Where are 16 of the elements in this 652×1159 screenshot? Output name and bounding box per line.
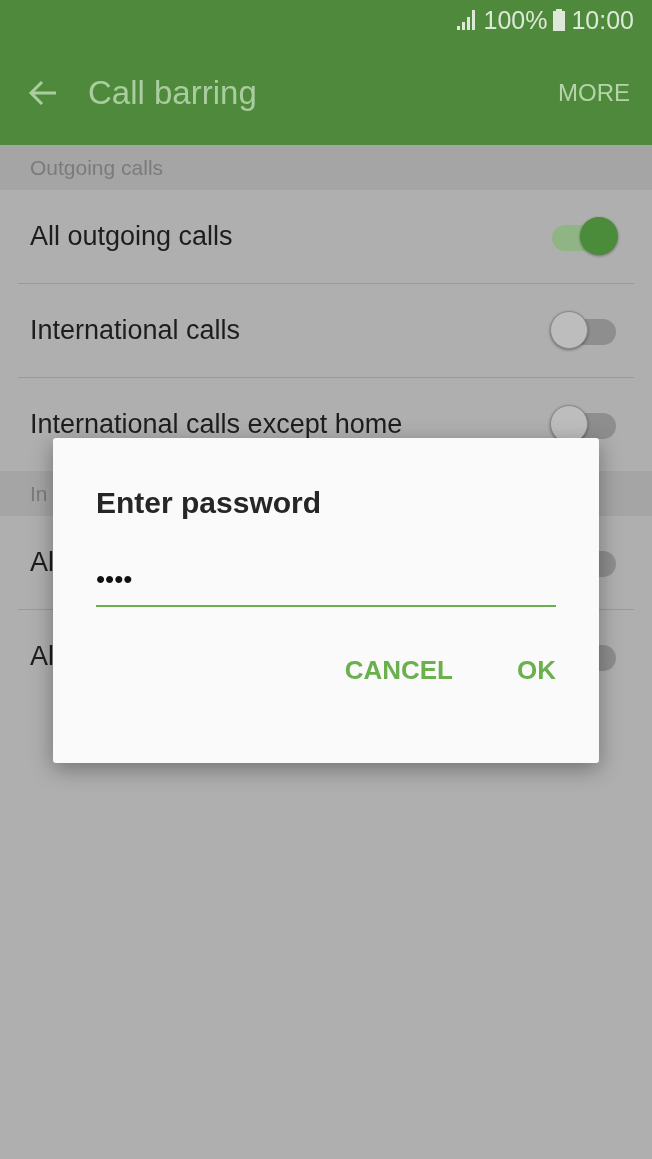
settings-row[interactable]: All outgoing calls [18, 190, 634, 284]
settings-row[interactable]: International calls [18, 284, 634, 378]
dialog-title: Enter password [96, 486, 323, 520]
row-label: International calls except home [30, 409, 403, 440]
clock: 10:00 [571, 5, 634, 35]
screen-title: Call barring [88, 73, 258, 112]
password-field[interactable]: •••• [96, 558, 556, 607]
row-label: Al [30, 641, 54, 672]
row-label: All outgoing calls [30, 221, 233, 252]
row-label: Al [30, 547, 54, 578]
battery-icon [553, 9, 566, 31]
row-label: International calls [30, 315, 241, 346]
settings-row[interactable]: International calls except home [18, 378, 634, 471]
back-icon[interactable] [28, 79, 58, 106]
battery-level: 100% [483, 5, 548, 35]
signal-icon [455, 10, 478, 30]
